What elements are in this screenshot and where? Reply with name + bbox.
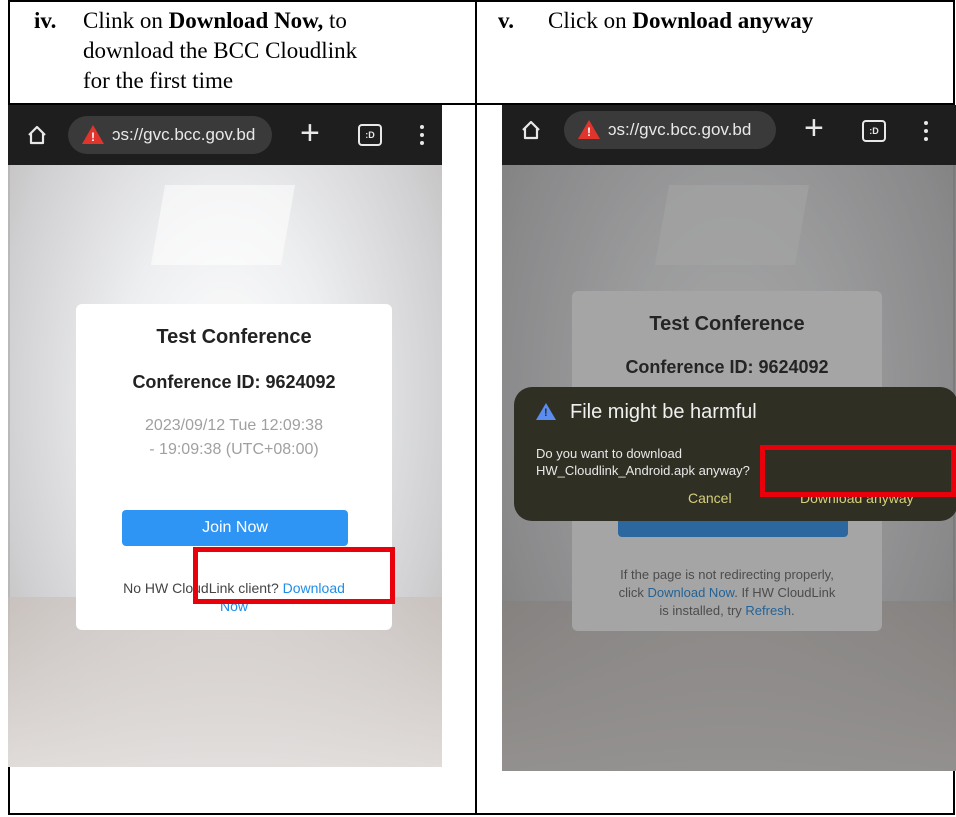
conference-title: Test Conference (156, 326, 312, 348)
conference-time-end: - 19:09:38 (UTC+08:00) (149, 441, 319, 458)
menu-icon[interactable] (420, 125, 424, 149)
dialog-title: File might be harmful (570, 401, 757, 423)
conference-id: Conference ID: 9624092 (132, 372, 336, 392)
tabs-icon[interactable]: :D (862, 120, 886, 142)
browser-toolbar: ! ɔs://gvc.bcc.gov.bd + :D (502, 105, 956, 165)
step-text-line1: Click on Download anyway (548, 8, 814, 33)
tabs-icon[interactable]: :D (358, 124, 382, 146)
table-top-border (8, 0, 954, 2)
conference-time-start: 2023/09/12 Tue 12:09:38 (145, 417, 323, 434)
highlight-download-anyway (760, 445, 956, 497)
left-phone-screenshot: ! ɔs://gvc.bcc.gov.bd + :D Test Conferen… (8, 105, 442, 767)
step-iv-instruction: iv. Clink on Download Now, to download t… (34, 7, 474, 99)
table-column-divider (475, 0, 477, 815)
step-v-instruction: v. Click on Download anyway (498, 7, 938, 47)
warning-icon[interactable]: ! (82, 125, 104, 144)
step-text-line1: Clink on Download Now, to (83, 8, 347, 33)
step-text-line2: download the BCC Cloudlink (83, 38, 358, 63)
right-phone-screenshot: Test Conference Conference ID: 9624092 I… (502, 105, 956, 771)
browser-toolbar: ! ɔs://gvc.bcc.gov.bd + :D (8, 105, 442, 165)
home-icon[interactable] (520, 119, 542, 141)
home-icon[interactable] (26, 124, 48, 146)
url-text: ɔs://gvc.bcc.gov.bd (112, 125, 256, 144)
dialog-message-line1: Do you want to download (536, 446, 682, 461)
warning-icon: ! (536, 403, 556, 420)
table-bottom-border (8, 813, 954, 815)
step-number: iv. (34, 8, 57, 33)
dialog-message-line2: HW_Cloudlink_Android.apk anyway? (536, 463, 750, 478)
join-now-button[interactable]: Join Now (122, 510, 348, 546)
url-text: ɔs://gvc.bcc.gov.bd (608, 120, 752, 139)
address-bar[interactable]: ! ɔs://gvc.bcc.gov.bd (68, 116, 272, 154)
address-bar[interactable]: ! ɔs://gvc.bcc.gov.bd (564, 111, 776, 149)
new-tab-icon[interactable]: + (804, 111, 824, 145)
highlight-download-now (193, 547, 395, 604)
step-text-line3: for the first time (83, 68, 234, 93)
new-tab-icon[interactable]: + (300, 116, 320, 150)
warning-icon[interactable]: ! (578, 120, 600, 139)
menu-icon[interactable] (924, 121, 928, 145)
step-number: v. (498, 8, 514, 33)
cancel-button[interactable]: Cancel (688, 490, 732, 506)
